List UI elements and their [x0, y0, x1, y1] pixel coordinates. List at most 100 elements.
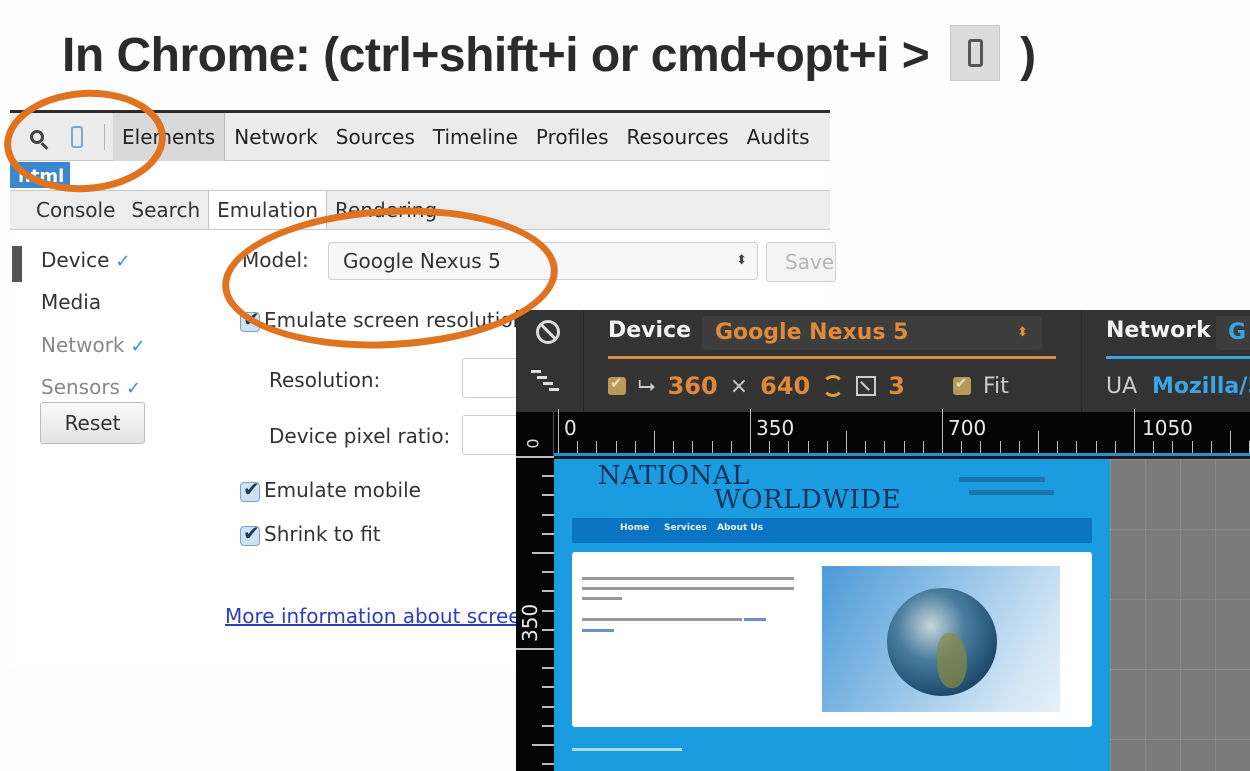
device-mode-left-controls [516, 310, 584, 412]
inspect-search-button[interactable] [22, 122, 52, 152]
sidebar-item-network[interactable]: Network ✓ [41, 333, 146, 357]
site-nav-home[interactable]: Home [620, 523, 649, 533]
site-text-line [582, 587, 794, 590]
tab-audits[interactable]: Audits [738, 113, 819, 161]
ruler-tick [961, 441, 963, 453]
device-select[interactable]: Google Nexus 5 ⬍ [702, 316, 1042, 350]
emulated-website-viewport[interactable]: NATIONAL WORLDWIDE Home Services About U… [554, 459, 1110, 771]
site-link[interactable] [582, 629, 614, 632]
ruler-tick [542, 667, 554, 670]
media-queries-icon[interactable] [531, 370, 563, 392]
tab-network[interactable]: Network [225, 113, 327, 161]
emulate-mobile-checkbox[interactable] [240, 477, 260, 502]
fit-checkbox[interactable] [952, 374, 971, 395]
mobile-device-icon [71, 125, 83, 148]
tab-resources[interactable]: Resources [618, 113, 738, 161]
drawer-tabbar: Console Search Emulation Rendering [10, 190, 830, 230]
globe-icon [887, 588, 997, 696]
no-entry-icon[interactable] [536, 320, 560, 344]
site-link[interactable] [744, 618, 766, 621]
breadcrumb-html[interactable]: html [10, 162, 70, 188]
drawer-tab-emulation[interactable]: Emulation [208, 191, 328, 229]
ua-value[interactable]: Mozilla/5 [1152, 374, 1250, 399]
ruler-corner: 0 [516, 412, 554, 456]
model-select[interactable]: Google Nexus 5 ⬍ [328, 242, 758, 280]
site-footer-text [572, 748, 682, 751]
ruler-tick [980, 441, 982, 453]
ruler-tick [1114, 441, 1116, 453]
emulate-resolution-checkbox[interactable] [240, 307, 260, 332]
pixel-ratio-icon [856, 376, 877, 396]
device-dimensions-row: ⮡ 360 × 640 3 Fit [608, 368, 1009, 404]
tab-elements[interactable]: Elements [113, 112, 226, 161]
save-button[interactable]: Save [766, 242, 836, 282]
device-select-value: Google Nexus 5 [715, 320, 909, 345]
slide: In Chrome: (ctrl+shift+i or cmd+opt+i > … [0, 0, 1250, 771]
site-globe-image [822, 566, 1060, 712]
ruler-tick [692, 441, 694, 453]
site-logo-line2: WORLDWIDE [714, 485, 902, 515]
tab-profiles[interactable]: Profiles [527, 113, 618, 161]
drawer-tab-console[interactable]: Console [28, 191, 123, 229]
device-height-value[interactable]: 640 [760, 372, 810, 400]
ruler-tick [807, 441, 809, 453]
sidebar-item-sensors[interactable]: Sensors ✓ [41, 375, 141, 399]
sidebar-item-label: Device [41, 248, 110, 272]
ruler-tick [516, 456, 554, 458]
emulate-resolution-label: Emulate screen resolution [264, 308, 526, 332]
site-text-line [582, 597, 622, 600]
sidebar-item-media[interactable]: Media [41, 290, 101, 314]
sidebar-item-label: Network [41, 333, 125, 357]
ruler-tick [865, 441, 867, 453]
site-nav-about[interactable]: About Us [717, 523, 763, 533]
check-icon: ✓ [130, 336, 146, 357]
ruler-tick [542, 475, 554, 478]
emulate-resolution-toggle[interactable] [608, 374, 626, 395]
site-contact-text [959, 477, 1045, 482]
ruler-tick [1153, 441, 1155, 453]
ruler-tick [730, 441, 732, 453]
device-mode-toolbar: Device Google Nexus 5 ⬍ ⮡ 360 × 640 3 Fit… [516, 310, 1250, 412]
ruler-tick [532, 744, 554, 746]
tab-timeline[interactable]: Timeline [424, 113, 527, 161]
ruler-top-label: 700 [948, 416, 987, 440]
ruler-tick [1172, 441, 1174, 453]
fit-label: Fit [982, 373, 1009, 399]
tab-sources[interactable]: Sources [327, 113, 424, 161]
pixel-ratio-value[interactable]: 3 [888, 372, 905, 400]
ruler-top-label: 1050 [1142, 416, 1193, 440]
device-underline [608, 356, 1056, 359]
reset-button[interactable]: Reset [40, 402, 145, 444]
resize-arrows-icon: ⮡ [638, 373, 656, 399]
check-icon: ✓ [115, 251, 131, 272]
model-label: Model: [242, 248, 309, 272]
device-width-value[interactable]: 360 [668, 372, 718, 400]
ruler-tick [542, 705, 554, 708]
device-mode-view: Device Google Nexus 5 ⬍ ⮡ 360 × 640 3 Fit… [516, 310, 1250, 771]
rotate-icon[interactable] [822, 375, 845, 397]
drawer-tab-rendering[interactable]: Rendering [327, 191, 445, 229]
network-select[interactable]: G [1216, 316, 1250, 350]
site-nav-bar: Home Services About Us [572, 518, 1092, 543]
drawer-tab-search[interactable]: Search [123, 191, 208, 229]
sidebar-item-device[interactable]: Device ✓ [41, 248, 131, 272]
slide-title: In Chrome: (ctrl+shift+i or cmd+opt+i > … [62, 25, 1036, 83]
device-mode-toggle[interactable] [62, 122, 92, 152]
ruler-tick [846, 431, 847, 453]
ruler-tick [999, 441, 1001, 453]
ruler-tick [903, 441, 905, 453]
ruler-tick [542, 513, 554, 516]
select-arrows-icon: ⬍ [1017, 325, 1028, 340]
ruler-tick [542, 590, 554, 593]
device-label: Device [608, 318, 692, 343]
network-label: Network [1106, 318, 1211, 343]
model-select-value: Google Nexus 5 [343, 249, 501, 273]
slide-title-text: In Chrome: (ctrl+shift+i or cmd+opt+i > [62, 29, 930, 82]
site-nav-services[interactable]: Services [664, 523, 707, 533]
ruler-tick [542, 763, 554, 766]
ruler-tick [788, 441, 790, 453]
ruler-left-label: 0 [523, 438, 543, 449]
shrink-to-fit-checkbox[interactable] [240, 521, 260, 546]
ruler-tick [922, 441, 924, 453]
ruler-tick [673, 441, 675, 453]
